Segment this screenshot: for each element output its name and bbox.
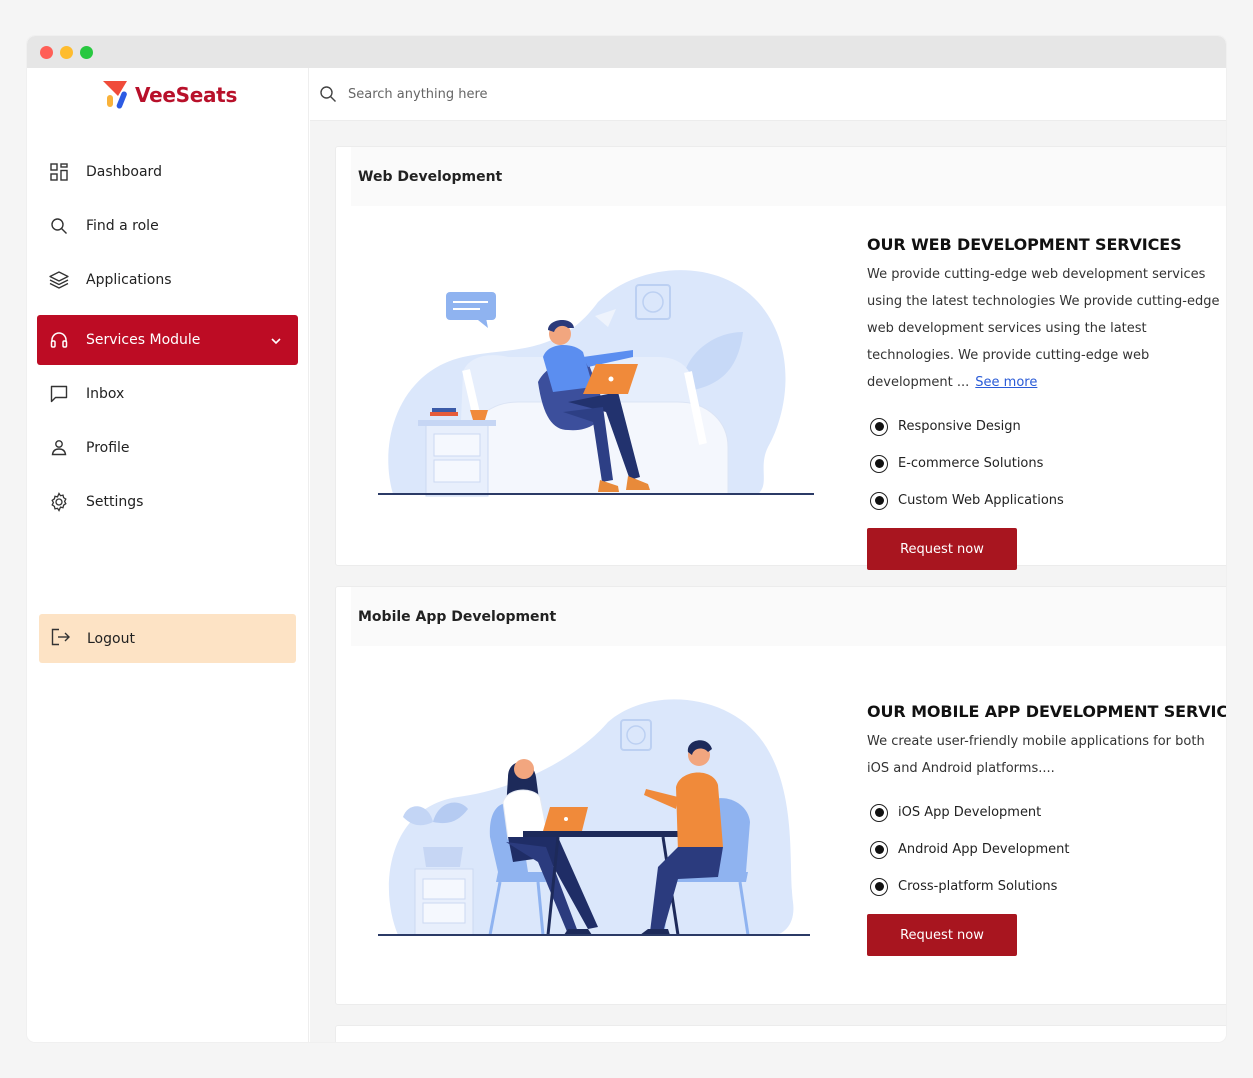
feature-label: iOS App Development <box>898 805 1042 820</box>
search-icon <box>49 216 69 236</box>
search-input[interactable] <box>348 86 848 102</box>
service-info: OUR MOBILE APP DEVELOPMENT SERVICES We c… <box>867 702 1226 956</box>
gear-icon <box>49 492 69 512</box>
logout-label: Logout <box>87 630 135 647</box>
radio-selected-icon[interactable] <box>870 803 888 822</box>
brand-name: VeeSeats <box>135 83 238 107</box>
request-now-button[interactable]: Request now <box>867 528 1017 570</box>
sidebar-item-dashboard[interactable]: Dashboard <box>37 147 298 197</box>
chevron-down-icon[interactable] <box>270 332 282 351</box>
feature-label: Custom Web Applications <box>898 493 1064 508</box>
brand-logo[interactable]: VeeSeats <box>103 79 237 111</box>
service-card-web-development: Web Development OUR WEB DEVELOPMENT SERV… <box>335 146 1226 570</box>
headset-icon <box>49 330 69 350</box>
sidebar-item-label: Find a role <box>86 218 159 234</box>
sidebar-item-applications[interactable]: Applications <box>37 255 298 305</box>
feature-list: iOS App Development Android App Developm… <box>867 794 1226 905</box>
mobile-app-development-illustration <box>378 697 818 946</box>
service-description-text: We provide cutting-edge web development … <box>867 267 1220 390</box>
radio-selected-icon[interactable] <box>870 840 888 859</box>
radio-selected-icon[interactable] <box>870 491 888 510</box>
service-card-partial <box>335 1025 1226 1042</box>
sidebar-item-inbox[interactable]: Inbox <box>37 369 298 419</box>
sidebar-item-find-a-role[interactable]: Find a role <box>37 201 298 251</box>
layers-icon <box>49 270 69 290</box>
service-description: We create user-friendly mobile applicati… <box>867 734 1205 776</box>
sidebar-item-label: Inbox <box>86 386 125 402</box>
main-content: Web Development OUR WEB DEVELOPMENT SERV… <box>310 121 1226 1042</box>
search-icon[interactable] <box>318 84 338 104</box>
service-heading: OUR WEB DEVELOPMENT SERVICES <box>867 235 1182 254</box>
feature-item[interactable]: Custom Web Applications <box>867 482 1226 519</box>
app-window: VeeSeats Dashboard Find a role Applicati… <box>27 36 1226 1042</box>
feature-item[interactable]: Cross-platform Solutions <box>867 868 1226 905</box>
sidebar-item-profile[interactable]: Profile <box>37 423 298 473</box>
maximize-window-button[interactable] <box>80 46 93 59</box>
logout-icon <box>51 628 71 650</box>
sidebar-item-label: Profile <box>86 440 130 456</box>
top-search-bar <box>310 68 1226 121</box>
service-description: We provide cutting-edge web development … <box>867 261 1226 396</box>
sidebar-item-settings[interactable]: Settings <box>37 477 298 527</box>
close-window-button[interactable] <box>40 46 53 59</box>
logo-icon <box>103 81 129 109</box>
service-card-mobile-app-development: Mobile App Development OUR MOBILE APP DE… <box>335 586 1226 1005</box>
radio-selected-icon[interactable] <box>870 417 888 436</box>
feature-item[interactable]: Android App Development <box>867 831 1226 868</box>
feature-label: Android App Development <box>898 842 1070 857</box>
card-header: Mobile App Development <box>351 587 1226 646</box>
feature-item[interactable]: E-commerce Solutions <box>867 445 1226 482</box>
message-icon <box>49 384 69 404</box>
card-header: Web Development <box>351 147 1226 206</box>
see-more-link[interactable]: See more <box>975 375 1037 390</box>
web-development-illustration <box>378 262 818 506</box>
sidebar-item-label: Settings <box>86 494 144 510</box>
service-heading: OUR MOBILE APP DEVELOPMENT SERVICES <box>867 702 1226 721</box>
logout-button[interactable]: Logout <box>39 614 296 663</box>
user-icon <box>49 438 69 458</box>
minimize-window-button[interactable] <box>60 46 73 59</box>
feature-item[interactable]: Responsive Design <box>867 408 1226 445</box>
feature-label: E-commerce Solutions <box>898 456 1044 471</box>
radio-selected-icon[interactable] <box>870 877 888 896</box>
section-title: Mobile App Development <box>358 608 557 625</box>
service-info: OUR WEB DEVELOPMENT SERVICES We provide … <box>867 235 1226 570</box>
window-titlebar <box>27 36 1226 68</box>
sidebar-item-label: Dashboard <box>86 164 162 180</box>
request-now-button[interactable]: Request now <box>867 914 1017 956</box>
feature-list: Responsive Design E-commerce Solutions C… <box>867 408 1226 519</box>
radio-selected-icon[interactable] <box>870 454 888 473</box>
sidebar-item-label: Services Module <box>86 332 201 348</box>
sidebar-item-services-module[interactable]: Services Module <box>37 315 298 365</box>
sidebar: VeeSeats Dashboard Find a role Applicati… <box>27 68 309 1042</box>
feature-label: Cross-platform Solutions <box>898 879 1058 894</box>
sidebar-item-label: Applications <box>86 272 172 288</box>
feature-label: Responsive Design <box>898 419 1021 434</box>
feature-item[interactable]: iOS App Development <box>867 794 1226 831</box>
section-title: Web Development <box>358 168 503 185</box>
grid-icon <box>49 162 69 182</box>
